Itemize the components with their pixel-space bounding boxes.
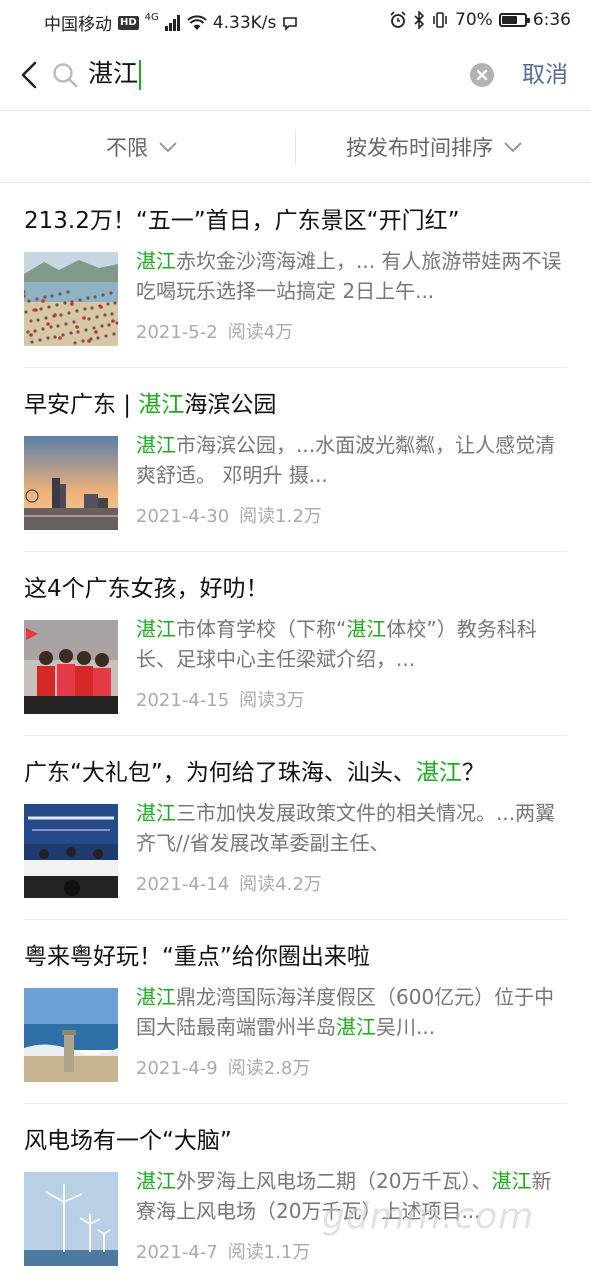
chevron-down-icon	[159, 142, 177, 153]
title-text: 这4个广东女孩，好叻！	[24, 576, 269, 602]
text-caret	[139, 60, 142, 90]
results-list: 213.2万！“五一”首日，广东景区“开门红” 湛江赤坎金沙湾海滩上，... 有人…	[0, 184, 591, 1280]
read-count: 阅读1.2万	[239, 506, 322, 527]
network-type-label: 4G	[144, 12, 159, 23]
time-range-label: 不限	[106, 136, 148, 160]
search-input[interactable]: 湛江	[88, 56, 142, 92]
result-title: 早安广东 | 湛江海滨公园	[24, 388, 276, 422]
snippet-text: 市体育学校（下称“	[176, 617, 347, 641]
battery-percent: 70%	[455, 10, 493, 30]
publish-date: 2021-4-9	[136, 1058, 218, 1079]
result-snippet: 湛江市海滨公园，...水面波光粼粼，让人感觉清爽舒适。 邓明升 摄...	[136, 430, 567, 490]
result-title: 213.2万！“五一”首日，广东景区“开门红”	[24, 204, 460, 238]
title-text: 风电场有一个“大脑”	[24, 1128, 232, 1154]
result-item[interactable]: 这4个广东女孩，好叻！ 湛江市体育学校（下称“湛江体校”）教务科科长、足球中心主任…	[24, 552, 567, 736]
snippet-text: 吴川...	[376, 1015, 436, 1039]
result-title: 广东“大礼包”，为何给了珠海、汕头、湛江？	[24, 756, 485, 790]
read-count: 阅读4万	[227, 322, 294, 343]
search-header: 湛江 取消	[0, 40, 591, 111]
publish-date: 2021-4-30	[136, 506, 230, 527]
publish-date: 2021-4-7	[136, 1242, 218, 1263]
result-snippet: 湛江三市加快发展政策文件的相关情况。...两翼齐飞//省发展改革委副主任、	[136, 798, 567, 858]
keyword-highlight: 湛江	[138, 392, 185, 418]
snippet-text: 三市加快发展政策文件的相关情况。...两翼齐飞//省发展改革委副主任、	[136, 801, 556, 855]
result-meta: 2021-5-2 阅读4万	[136, 318, 293, 344]
filter-divider	[295, 129, 296, 165]
watermark: gdmm.com	[322, 1196, 535, 1237]
time-range-filter[interactable]: 不限	[106, 111, 178, 183]
result-meta: 2021-4-30 阅读1.2万	[136, 502, 322, 528]
result-item[interactable]: 风电场有一个“大脑” 湛江外罗海上风电场二期（20万千瓦）、湛江新寮海上风电场（2…	[24, 1104, 567, 1280]
publish-date: 2021-5-2	[136, 322, 218, 343]
result-title: 这4个广东女孩，好叻！	[24, 572, 269, 606]
snippet-text: 赤坎金沙湾海滩上，... 有人旅游带娃两不误 吃喝玩乐选择一站搞定 2日上午..…	[136, 249, 562, 303]
publish-date: 2021-4-15	[136, 690, 230, 711]
sort-filter[interactable]: 按发布时间排序	[346, 111, 523, 183]
keyword-highlight: 湛江	[136, 1169, 176, 1193]
title-text: 213.2万！“五一”首日，广东景区“开门红”	[24, 208, 460, 234]
back-arrow-icon[interactable]	[18, 60, 42, 90]
result-snippet: 湛江赤坎金沙湾海滩上，... 有人旅游带娃两不误 吃喝玩乐选择一站搞定 2日上午…	[136, 246, 567, 306]
filter-bar: 不限 按发布时间排序	[0, 111, 591, 183]
result-meta: 2021-4-9 阅读2.8万	[136, 1054, 310, 1080]
read-count: 阅读1.1万	[227, 1242, 311, 1263]
result-meta: 2021-4-7 阅读1.1万	[136, 1238, 310, 1264]
title-text: 海滨公园	[184, 392, 277, 418]
title-text: 粤来粤好玩！“重点”给你圈出来啦	[24, 944, 370, 970]
chevron-down-icon	[504, 142, 522, 153]
result-thumbnail	[24, 620, 118, 714]
vibrate-icon	[433, 12, 447, 28]
keyword-highlight: 湛江	[136, 617, 176, 641]
keyword-highlight: 湛江	[491, 1169, 532, 1193]
snippet-text: 外罗海上风电场二期（20万千瓦）、	[176, 1169, 492, 1193]
snippet-text: 市海滨公园，...水面波光粼粼，让人感觉清爽舒适。 邓明升 摄...	[136, 433, 556, 487]
sort-label: 按发布时间排序	[346, 136, 493, 160]
wifi-icon	[187, 14, 207, 30]
keyword-highlight: 湛江	[346, 617, 387, 641]
result-thumbnail	[24, 252, 118, 346]
status-bar: 中国移动 HD 4G 4.33K/s 70% 6:36	[0, 0, 591, 40]
title-text: ？	[461, 760, 485, 786]
result-meta: 2021-4-15 阅读3万	[136, 686, 305, 712]
result-title: 风电场有一个“大脑”	[24, 1124, 232, 1158]
battery-icon	[498, 13, 530, 27]
hd-icon: HD	[118, 15, 139, 30]
result-thumbnail	[24, 436, 118, 530]
signal-icon	[164, 14, 180, 31]
chat-bubble-icon	[283, 16, 298, 31]
result-thumbnail	[24, 1172, 118, 1266]
network-speed-label: 4.33K/s	[212, 12, 277, 33]
search-query-text: 湛江	[88, 59, 139, 88]
publish-date: 2021-4-14	[136, 874, 230, 895]
result-snippet: 湛江市体育学校（下称“湛江体校”）教务科科长、足球中心主任梁斌介绍，...	[136, 614, 567, 674]
search-icon	[53, 63, 78, 88]
read-count: 阅读4.2万	[239, 874, 322, 895]
clear-search-icon[interactable]	[470, 63, 494, 87]
result-thumbnail	[24, 804, 118, 898]
result-thumbnail	[24, 988, 118, 1082]
keyword-highlight: 湛江	[136, 801, 176, 825]
read-count: 阅读3万	[239, 690, 305, 711]
result-item[interactable]: 213.2万！“五一”首日，广东景区“开门红” 湛江赤坎金沙湾海滩上，... 有人…	[24, 184, 567, 368]
read-count: 阅读2.8万	[227, 1058, 311, 1079]
result-item[interactable]: 粤来粤好玩！“重点”给你圈出来啦湛江鼎龙湾国际海洋度假区（600亿元）位于中国大…	[24, 920, 567, 1104]
result-snippet: 湛江鼎龙湾国际海洋度假区（600亿元）位于中国大陆最南端雷州半岛湛江吴川...	[136, 982, 567, 1042]
alarm-icon	[390, 11, 406, 28]
result-item[interactable]: 广东“大礼包”，为何给了珠海、汕头、湛江？ 湛江三市加快发展政策文件的相关情况。.…	[24, 736, 567, 920]
result-title: 粤来粤好玩！“重点”给你圈出来啦	[24, 940, 370, 974]
bluetooth-icon	[414, 11, 425, 29]
title-text: 广东“大礼包”，为何给了珠海、汕头、	[24, 760, 416, 786]
result-item[interactable]: 早安广东 | 湛江海滨公园 湛江市海滨公园，...水面波光粼粼，让人感觉清爽舒适。…	[24, 368, 567, 552]
carrier-label: 中国移动	[44, 15, 112, 35]
clock: 6:36	[532, 10, 571, 30]
keyword-highlight: 湛江	[136, 985, 176, 1009]
title-text: 早安广东 |	[24, 392, 139, 418]
keyword-highlight: 湛江	[136, 249, 176, 273]
keyword-highlight: 湛江	[136, 433, 176, 457]
cancel-button[interactable]: 取消	[522, 58, 568, 92]
result-meta: 2021-4-14 阅读4.2万	[136, 870, 322, 896]
keyword-highlight: 湛江	[415, 760, 462, 786]
keyword-highlight: 湛江	[336, 1015, 376, 1039]
